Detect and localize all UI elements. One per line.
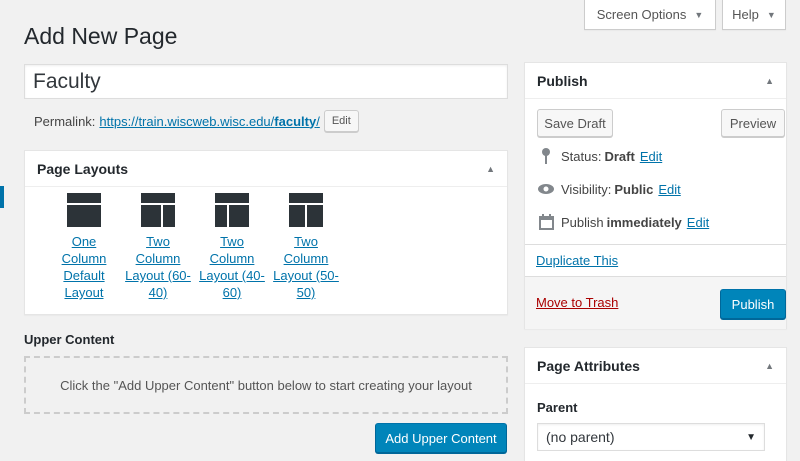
upper-content-label: Upper Content — [24, 332, 115, 347]
publish-time-value: immediately — [606, 214, 682, 230]
move-to-trash-link[interactable]: Move to Trash — [536, 295, 618, 310]
one-column-layout-icon — [67, 193, 101, 227]
preview-button[interactable]: Preview — [721, 109, 785, 137]
publish-time-label: Publish — [561, 214, 604, 230]
layout-link-50-50[interactable]: Two Column Layout (50-50) — [270, 233, 342, 301]
permalink-row: Permalink: https://train.wiscweb.wisc.ed… — [34, 110, 359, 132]
page-title-input[interactable]: Faculty — [24, 64, 508, 99]
layout-link-60-40[interactable]: Two Column Layout (60-40) — [122, 233, 194, 301]
visibility-value: Public — [614, 181, 654, 197]
save-draft-button[interactable]: Save Draft — [537, 109, 613, 137]
layout-item-50-50[interactable]: Two Column Layout (50-50) — [269, 193, 343, 301]
caret-down-icon: ▼ — [694, 9, 704, 20]
publish-box: Publish ▲ Save Draft Preview Status: Dra… — [524, 62, 787, 329]
page-layouts-header[interactable]: Page Layouts ▲ — [25, 151, 507, 187]
two-column-50-50-layout-icon — [289, 193, 323, 227]
layout-item-60-40[interactable]: Two Column Layout (60-40) — [121, 193, 195, 301]
layout-link-one-column[interactable]: One Column Default Layout — [48, 233, 120, 301]
parent-select-value: (no parent) — [546, 429, 615, 445]
status-row: Status: Draft Edit — [537, 147, 662, 165]
page-attributes-title: Page Attributes — [537, 357, 640, 374]
visibility-row: Visibility: Public Edit — [537, 180, 681, 198]
page-attributes-box: Page Attributes ▲ Parent (no parent) ▼ — [524, 347, 787, 461]
page-heading: Add New Page — [24, 23, 178, 49]
publish-title: Publish — [537, 72, 588, 89]
status-edit-link[interactable]: Edit — [640, 149, 662, 164]
screen-options-label: Screen Options — [596, 7, 687, 22]
caret-down-icon: ▼ — [766, 9, 776, 20]
collapse-toggle-icon[interactable]: ▲ — [765, 76, 774, 86]
help-label: Help — [732, 7, 759, 22]
layout-item-40-60[interactable]: Two Column Layout (40-60) — [195, 193, 269, 301]
layout-item-one-column[interactable]: One Column Default Layout — [47, 193, 121, 301]
parent-select[interactable]: (no parent) ▼ — [537, 423, 765, 451]
select-arrow-icon: ▼ — [746, 431, 756, 443]
eye-icon — [537, 180, 555, 198]
collapse-toggle-icon[interactable]: ▲ — [765, 361, 774, 371]
publish-time-row: Publish immediately Edit — [537, 213, 709, 231]
parent-label: Parent — [537, 400, 578, 415]
permalink-label: Permalink: — [34, 113, 96, 129]
calendar-icon — [537, 213, 555, 231]
publish-header[interactable]: Publish ▲ — [525, 63, 786, 99]
two-column-60-40-layout-icon — [141, 193, 175, 227]
page-layouts-title: Page Layouts — [37, 160, 129, 177]
status-label: Status: — [561, 148, 602, 164]
upper-content-placeholder: Click the "Add Upper Content" button bel… — [60, 377, 472, 393]
publish-time-edit-link[interactable]: Edit — [687, 215, 709, 230]
publish-divider — [525, 244, 786, 245]
help-tab[interactable]: Help ▼ — [722, 0, 786, 30]
screen-options-tab[interactable]: Screen Options ▼ — [584, 0, 716, 30]
pin-icon — [537, 147, 555, 165]
visibility-edit-link[interactable]: Edit — [658, 182, 680, 197]
publish-button[interactable]: Publish — [720, 289, 786, 319]
visibility-label: Visibility: — [561, 181, 612, 197]
collapse-toggle-icon[interactable]: ▲ — [486, 164, 495, 174]
admin-menu-edge — [0, 186, 4, 208]
duplicate-link[interactable]: Duplicate This — [536, 253, 618, 268]
add-upper-content-button[interactable]: Add Upper Content — [375, 423, 507, 453]
two-column-40-60-layout-icon — [215, 193, 249, 227]
page-attributes-header[interactable]: Page Attributes ▲ — [525, 348, 786, 384]
permalink-url[interactable]: https://train.wiscweb.wisc.edu/faculty/ — [99, 114, 319, 129]
page-layouts-box: Page Layouts ▲ One Column Default Layout… — [24, 150, 508, 315]
layout-link-40-60[interactable]: Two Column Layout (40-60) — [196, 233, 268, 301]
permalink-edit-button[interactable]: Edit — [323, 110, 359, 132]
status-value: Draft — [604, 148, 635, 164]
layout-list: One Column Default Layout Two Column Lay… — [25, 187, 507, 301]
upper-content-dropzone: Click the "Add Upper Content" button bel… — [24, 356, 508, 414]
